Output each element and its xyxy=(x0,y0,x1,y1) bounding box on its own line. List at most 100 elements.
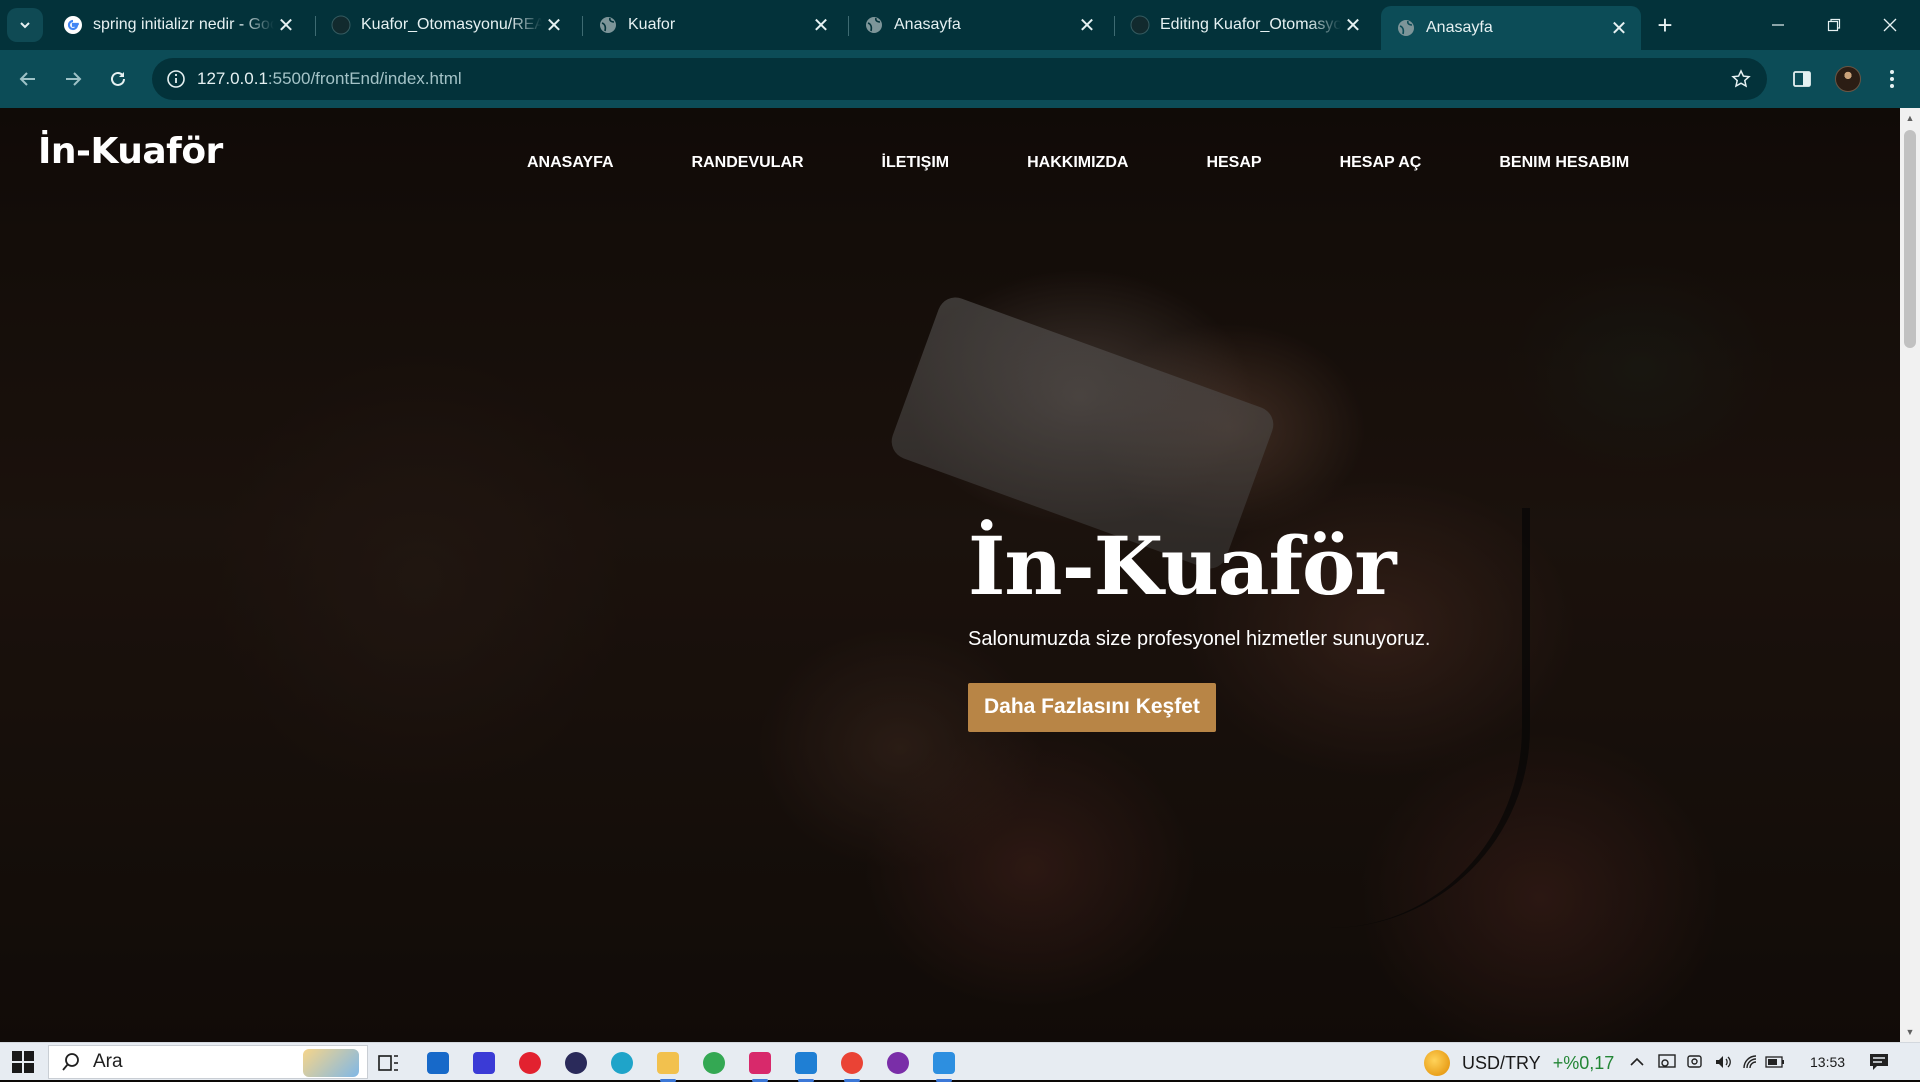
bookmark-star-icon[interactable] xyxy=(1725,63,1757,95)
close-icon[interactable]: ✕ xyxy=(1075,13,1099,37)
tab-anasayfa[interactable]: Anasayfa ✕ xyxy=(849,6,1109,44)
close-icon[interactable]: ✕ xyxy=(809,13,833,37)
tab-title: Anasayfa xyxy=(894,16,961,33)
browser-toolbar: 127.0.0.1:5500/frontEnd/index.html xyxy=(0,50,1920,108)
wifi-icon[interactable] xyxy=(1740,1051,1762,1073)
nav-link-hakkimizda[interactable]: HAKKIMIZDA xyxy=(1027,154,1128,172)
taskbar-app-chrome-profile[interactable] xyxy=(836,1047,868,1082)
hero-overlay xyxy=(0,108,1900,1042)
taskbar-app-intellij[interactable] xyxy=(744,1047,776,1082)
arrow-left-icon xyxy=(19,72,35,86)
chevron-down-icon xyxy=(20,22,30,29)
reload-button[interactable] xyxy=(100,61,136,97)
tab-title: Anasayfa xyxy=(1426,19,1493,36)
taskbar-app-vscode[interactable] xyxy=(790,1047,822,1082)
edge-icon xyxy=(611,1052,633,1074)
side-panel-button[interactable] xyxy=(1784,61,1820,97)
taskbar-app-chrome[interactable] xyxy=(698,1047,730,1079)
close-icon xyxy=(1883,18,1897,32)
close-window-button[interactable] xyxy=(1862,0,1918,50)
site-logo[interactable]: İn-Kuaför xyxy=(38,131,223,172)
restore-icon xyxy=(1827,18,1841,32)
tab-github-readme[interactable]: Kuafor_Otomasyonu/README.md ✕ xyxy=(316,6,576,44)
opera-icon xyxy=(519,1052,541,1074)
reload-icon xyxy=(111,71,125,86)
podcast-icon xyxy=(887,1052,909,1074)
folder-icon xyxy=(657,1052,679,1074)
avatar xyxy=(1835,66,1861,92)
taskbar-app-editor[interactable] xyxy=(468,1047,500,1079)
start-button[interactable] xyxy=(8,1047,38,1077)
address-url[interactable]: 127.0.0.1:5500/frontEnd/index.html xyxy=(197,58,462,100)
github-icon xyxy=(331,15,351,35)
nav-link-hesap-ac[interactable]: HESAP AÇ xyxy=(1340,154,1422,172)
taskbar-app-opera[interactable] xyxy=(514,1047,546,1079)
nav-link-iletisim[interactable]: İLETIŞIM xyxy=(882,154,950,172)
taskbar-search-box[interactable]: Ara xyxy=(48,1045,368,1079)
nav-link-benim-hesabim[interactable]: BENIM HESABIM xyxy=(1499,154,1629,172)
notification-center-icon[interactable] xyxy=(1866,1049,1892,1075)
site-info-icon[interactable] xyxy=(160,63,192,95)
windows-logo-icon xyxy=(12,1051,34,1073)
hero-title: İn-Kuaför xyxy=(968,519,1396,613)
page-scrollbar[interactable]: ▲ ▼ xyxy=(1900,108,1920,1042)
new-tab-button[interactable]: + xyxy=(1650,10,1680,40)
close-icon[interactable]: ✕ xyxy=(1341,13,1365,37)
minimize-icon xyxy=(1772,24,1784,26)
menu-button[interactable] xyxy=(1874,61,1910,97)
currency-pair: USD/TRY xyxy=(1462,1052,1541,1073)
close-icon[interactable]: ✕ xyxy=(274,13,298,37)
taskbar-app-photos[interactable] xyxy=(928,1047,960,1082)
taskbar-app-mail[interactable] xyxy=(422,1047,454,1079)
media-player-icon xyxy=(565,1052,587,1074)
chrome-icon xyxy=(841,1052,863,1074)
tray-camera-icon[interactable] xyxy=(1684,1051,1706,1073)
tab-title: Kuafor_Otomasyonu/README.md xyxy=(361,16,542,33)
explore-more-button[interactable]: Daha Fazlasını Keşfet xyxy=(968,683,1216,732)
profile-button[interactable] xyxy=(1830,61,1866,97)
search-highlight-image xyxy=(303,1049,359,1077)
tab-google-search[interactable]: spring initializr nedir - Google ✕ xyxy=(48,6,308,44)
site-nav: ANASAYFA RANDEVULAR İLETIŞIM HAKKIMIZDA … xyxy=(527,154,1707,172)
taskbar-app-podcast[interactable] xyxy=(882,1047,914,1079)
globe-icon xyxy=(598,15,618,35)
currency-change: +%0,17 xyxy=(1552,1052,1615,1073)
tab-kuafor[interactable]: Kuafor ✕ xyxy=(583,6,843,44)
task-view-icon xyxy=(378,1055,398,1071)
taskbar-app-explorer[interactable] xyxy=(652,1047,684,1082)
tab-title: spring initializr nedir - Google xyxy=(93,16,274,33)
tab-anasayfa-active[interactable]: Anasayfa ✕ xyxy=(1381,6,1641,50)
tray-overflow-chevron-icon[interactable] xyxy=(1626,1051,1648,1073)
restore-button[interactable] xyxy=(1806,0,1862,50)
mail-icon xyxy=(427,1052,449,1074)
scroll-down-arrow-icon[interactable]: ▼ xyxy=(1900,1024,1920,1040)
volume-icon[interactable] xyxy=(1712,1051,1734,1073)
nav-link-hesap[interactable]: HESAP xyxy=(1206,154,1261,172)
close-icon[interactable]: ✕ xyxy=(1607,16,1631,40)
taskbar: Ara USD/TRY +%0,17 13:53 xyxy=(0,1042,1920,1082)
address-bar[interactable]: 127.0.0.1:5500/frontEnd/index.html xyxy=(152,58,1767,100)
currency-widget[interactable]: USD/TRY +%0,17 xyxy=(1424,1047,1614,1079)
nav-link-randevular[interactable]: RANDEVULAR xyxy=(692,154,804,172)
forward-button[interactable] xyxy=(55,61,91,97)
taskbar-clock[interactable]: 13:53 xyxy=(1810,1043,1845,1081)
intellij-icon xyxy=(749,1052,771,1074)
tab-github-editing[interactable]: Editing Kuafor_Otomasyonu ✕ xyxy=(1115,6,1375,44)
taskbar-app-media[interactable] xyxy=(560,1047,592,1079)
tray-app-icon[interactable] xyxy=(1656,1051,1678,1073)
taskbar-search-label: Ara xyxy=(93,1051,123,1072)
scroll-up-arrow-icon[interactable]: ▲ xyxy=(1900,110,1920,126)
battery-icon[interactable] xyxy=(1764,1051,1786,1073)
currency-coin-icon xyxy=(1424,1050,1450,1076)
task-view-button[interactable] xyxy=(373,1047,405,1079)
nav-link-anasayfa[interactable]: ANASAYFA xyxy=(527,154,614,172)
taskbar-app-edge[interactable] xyxy=(606,1047,638,1079)
side-panel-icon xyxy=(1793,71,1811,87)
close-icon[interactable]: ✕ xyxy=(542,13,566,37)
scrollbar-thumb[interactable] xyxy=(1904,130,1916,348)
photos-icon xyxy=(933,1052,955,1074)
minimize-button[interactable] xyxy=(1750,0,1806,50)
back-button[interactable] xyxy=(10,61,46,97)
tab-search-button[interactable] xyxy=(7,8,43,42)
tab-title: Kuafor xyxy=(628,16,676,33)
